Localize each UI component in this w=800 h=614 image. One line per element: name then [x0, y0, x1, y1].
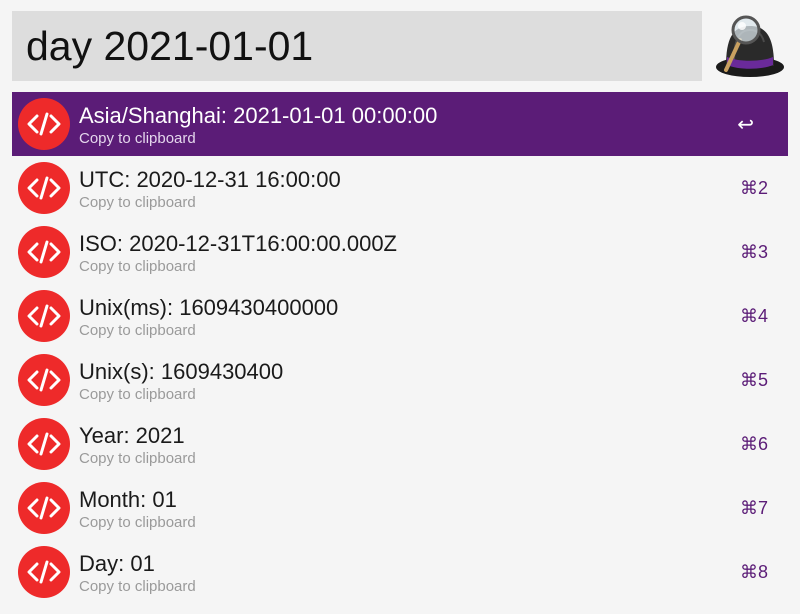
results-list: Asia/Shanghai: 2021-01-01 00:00:00 Copy t… — [12, 92, 788, 604]
result-row[interactable]: Month: 01 Copy to clipboard ⌘7 — [12, 476, 788, 540]
code-icon — [18, 418, 70, 470]
result-row[interactable]: UTC: 2020-12-31 16:00:00 Copy to clipboar… — [12, 156, 788, 220]
result-subtitle: Copy to clipboard — [79, 258, 196, 275]
result-row[interactable]: Unix(s): 1609430400 Copy to clipboard ⌘5 — [12, 348, 788, 412]
result-title: ISO: 2020-12-31T16:00:00.000Z — [79, 231, 397, 256]
result-title: UTC: 2020-12-31 16:00:00 — [79, 167, 341, 192]
result-row[interactable]: Year: 2021 Copy to clipboard ⌘6 — [12, 412, 788, 476]
code-icon — [18, 546, 70, 598]
result-row[interactable]: Asia/Shanghai: 2021-01-01 00:00:00 Copy t… — [12, 92, 788, 156]
code-icon — [18, 226, 70, 278]
result-subtitle: Copy to clipboard — [79, 130, 196, 147]
alfred-hat-logo-icon — [712, 10, 788, 82]
result-shortcut: ↩ — [737, 114, 754, 136]
code-icon — [18, 290, 70, 342]
result-shortcut: ⌘8 — [739, 562, 768, 582]
result-shortcut: ⌘2 — [739, 178, 768, 198]
result-shortcut: ⌘6 — [739, 434, 768, 454]
result-row[interactable]: ISO: 2020-12-31T16:00:00.000Z Copy to cli… — [12, 220, 788, 284]
result-subtitle: Copy to clipboard — [79, 578, 196, 595]
result-title: Year: 2021 — [79, 423, 185, 448]
search-input[interactable] — [12, 11, 702, 81]
search-bar — [12, 11, 702, 81]
result-row[interactable]: Day: 01 Copy to clipboard ⌘8 — [12, 540, 788, 604]
result-subtitle: Copy to clipboard — [79, 450, 196, 467]
result-title: Month: 01 — [79, 487, 177, 512]
code-icon — [18, 354, 70, 406]
result-subtitle: Copy to clipboard — [79, 514, 196, 531]
result-shortcut: ⌘7 — [739, 498, 768, 518]
result-subtitle: Copy to clipboard — [79, 322, 196, 339]
code-icon — [18, 482, 70, 534]
result-title: Unix(ms): 1609430400000 — [79, 295, 339, 320]
code-icon — [18, 162, 70, 214]
code-icon — [18, 98, 70, 150]
result-title: Day: 01 — [79, 551, 155, 576]
result-shortcut: ⌘3 — [739, 242, 768, 262]
result-shortcut: ⌘5 — [739, 370, 768, 390]
result-title: Unix(s): 1609430400 — [79, 359, 284, 384]
result-row[interactable]: Unix(ms): 1609430400000 Copy to clipboard… — [12, 284, 788, 348]
result-shortcut: ⌘4 — [739, 306, 768, 326]
result-title: Asia/Shanghai: 2021-01-01 00:00:00 — [79, 103, 438, 128]
result-subtitle: Copy to clipboard — [79, 386, 196, 403]
result-subtitle: Copy to clipboard — [79, 194, 196, 211]
